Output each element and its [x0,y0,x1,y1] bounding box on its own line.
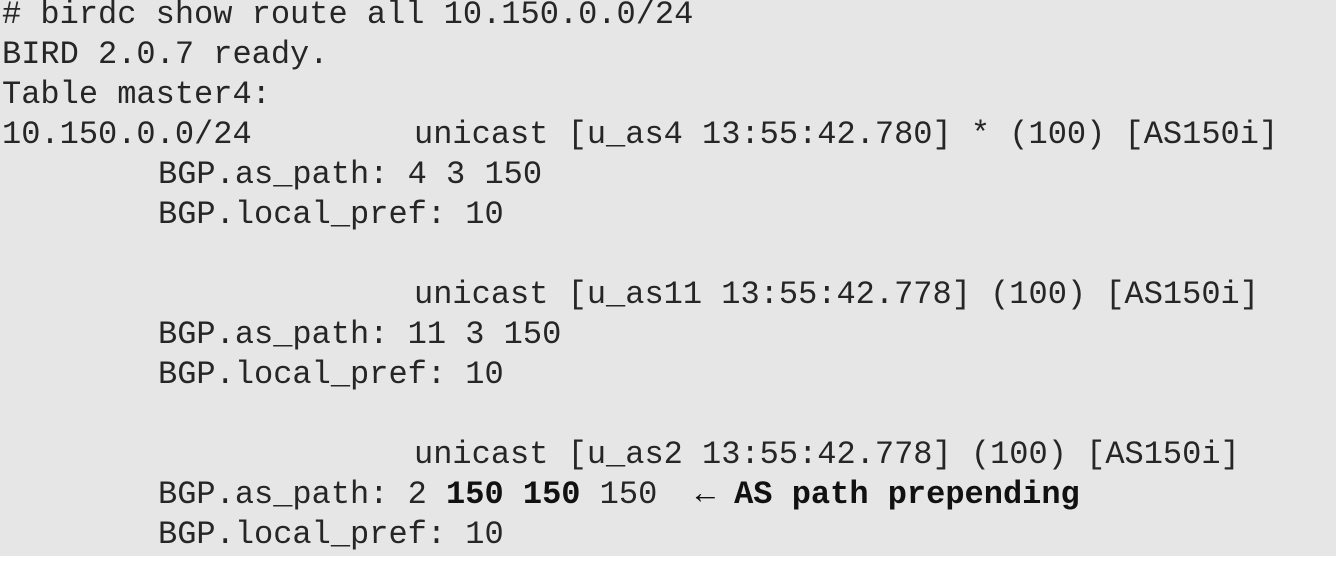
terminal-output: # birdc show route all 10.150.0.0/24 BIR… [0,0,1336,556]
as-path-prepended: 150 150 [446,476,581,513]
route-3-as-path: BGP.as_path: 2 150 150 150 ← AS path pre… [158,476,1080,520]
route-2-as-path: BGP.as_path: 11 3 150 [158,316,562,353]
prepending-annotation: AS path prepending [714,476,1080,513]
left-arrow-icon: ← [695,476,715,513]
route-1-info: unicast [u_as4 13:55:42.780] * (100) [AS… [414,116,1279,153]
route-1-local-pref: BGP.local_pref: 10 [158,196,504,233]
table-line: Table master4: [2,76,271,113]
route-3-local-pref: BGP.local_pref: 10 [158,516,504,553]
ready-line: BIRD 2.0.7 ready. [2,36,329,73]
route-1-as-path: BGP.as_path: 4 3 150 [158,156,543,193]
route-2-info: unicast [u_as11 13:55:42.778] (100) [AS1… [414,276,1259,313]
command-line: # birdc show route all 10.150.0.0/24 [2,0,694,33]
as-path-prefix: BGP.as_path: 2 [158,476,447,513]
route-2-local-pref: BGP.local_pref: 10 [158,356,504,393]
as-path-suffix: 150 [580,476,696,513]
route-3-info: unicast [u_as2 13:55:42.778] (100) [AS15… [414,436,1240,473]
route-prefix: 10.150.0.0/24 [2,116,252,153]
